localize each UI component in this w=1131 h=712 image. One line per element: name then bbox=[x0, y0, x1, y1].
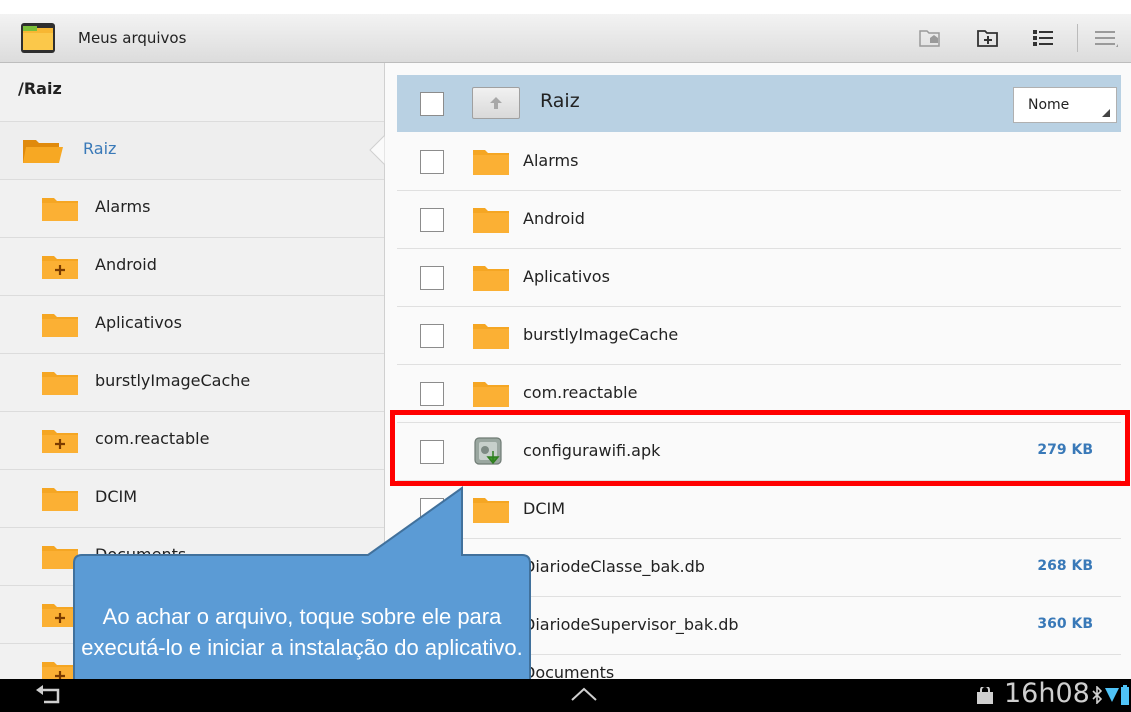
bluetooth-icon bbox=[1092, 685, 1103, 708]
wifi-icon bbox=[1104, 686, 1120, 708]
chevron-up-icon[interactable] bbox=[570, 686, 598, 706]
shopping-bag-icon bbox=[976, 685, 994, 709]
back-icon[interactable] bbox=[34, 684, 66, 712]
clock-time: 16h08 bbox=[1004, 678, 1090, 709]
system-nav-bar: 16h08 bbox=[0, 678, 1131, 712]
battery-icon bbox=[1121, 685, 1129, 709]
